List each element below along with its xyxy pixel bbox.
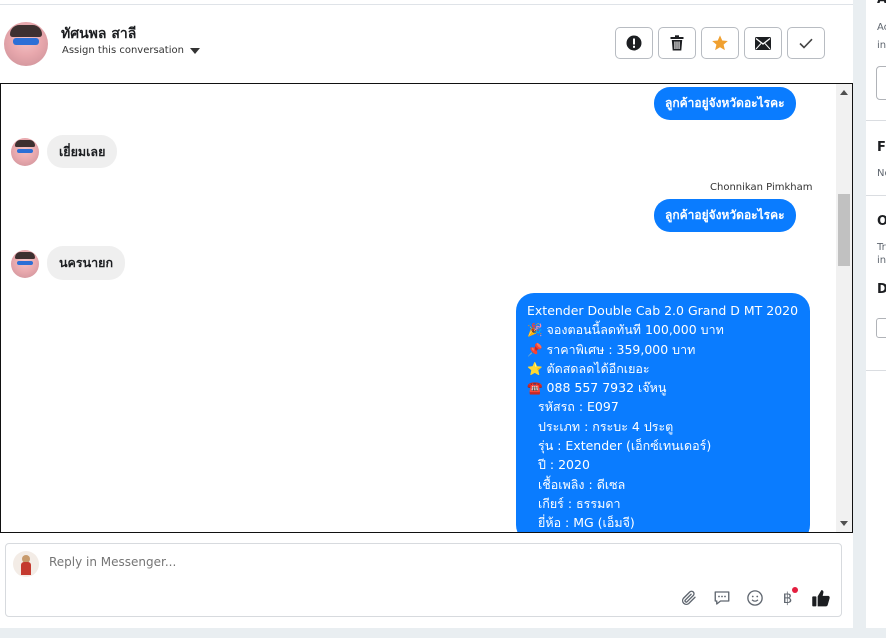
contact-name[interactable]: ทัศนพล สาลี (61, 23, 136, 45)
panel-dropdown[interactable] (876, 318, 886, 338)
offer-spec: ยี่ห้อ : MG (เอ็มจี) (538, 515, 635, 531)
panel-text: Tra (877, 242, 886, 253)
paperclip-icon (681, 590, 696, 605)
reply-toolbar: ฿ (678, 587, 831, 608)
telephone-icon: ☎️ (527, 380, 543, 396)
panel-text: in (877, 40, 886, 51)
avatar-glasses (13, 38, 39, 45)
agent-avatar (13, 551, 39, 577)
pin-icon: 📌 (527, 341, 543, 357)
offer-line: 📌 ราคาพิเศษ : 359,000 บาท (527, 340, 800, 359)
thumbs-up-icon (811, 589, 830, 606)
message-text: นครนายก (59, 255, 114, 270)
message-text: เยี่ยมเลย (59, 143, 106, 159)
attach-button[interactable] (678, 587, 699, 608)
panel-divider (866, 370, 886, 371)
party-icon: 🎉 (527, 322, 543, 338)
offer-line: 🎉 จองตอนนี้ลดทันที 100,000 บาท (527, 320, 800, 339)
contact-details-panel: A Ac in F No O Tra in D (866, 0, 886, 628)
scroll-thumb[interactable] (838, 194, 850, 266)
reply-input[interactable] (49, 555, 649, 569)
panel-text: No (877, 168, 886, 179)
contact-message-avatar (11, 138, 39, 166)
panel-heading: A (877, 0, 886, 7)
saved-replies-button[interactable] (711, 587, 732, 608)
outgoing-message: ลูกค้าอยู่จังหวัดอะไรคะ (654, 199, 796, 232)
offer-line-text: ราคาพิเศษ : 359,000 บาท (542, 341, 696, 357)
avatar-glasses (17, 149, 33, 153)
offer-line-text: ตัดสดลดได้อีกเยอะ (542, 360, 650, 376)
trash-icon (670, 35, 684, 51)
chat-scrollbar[interactable] (836, 84, 852, 532)
star-icon (712, 35, 728, 51)
panel-divider (866, 195, 886, 196)
panel-heading: D (877, 282, 886, 297)
check-icon (799, 38, 813, 49)
contact-avatar[interactable] (4, 22, 48, 66)
offer-line-text: จองตอนนี้ลดทันที 100,000 บาท (542, 322, 724, 338)
scroll-up-arrow-icon[interactable] (840, 90, 848, 95)
panel-heading: F (877, 140, 886, 155)
offer-line: ⭐ ตัดสดลดได้อีกเยอะ (527, 359, 800, 378)
emoji-button[interactable] (744, 587, 765, 608)
baht-icon: ฿ (782, 588, 793, 607)
offer-message: Extender Double Cab 2.0 Grand D MT 2020 … (516, 293, 810, 532)
conversation-actions (615, 27, 825, 59)
offer-title: Extender Double Cab 2.0 Grand D MT 2020 (527, 303, 799, 318)
offer-spec: รุ่น : Extender (เอ็กซ์เทนเดอร์) (538, 438, 712, 454)
avatar-hair (15, 252, 35, 259)
panel-heading: O (877, 214, 886, 229)
outgoing-message: ลูกค้าอยู่จังหวัดอะไรคะ (654, 87, 796, 120)
avatar-hair (10, 25, 42, 37)
caret-down-icon (189, 47, 200, 54)
offer-spec: เชื้อเพลิง : ดีเซล (538, 476, 626, 492)
incoming-message: นครนายก (47, 246, 126, 280)
avatar-glasses (17, 261, 33, 265)
panel-input[interactable] (876, 66, 886, 100)
notification-dot (792, 587, 798, 593)
assign-label: Assign this conversation (62, 45, 184, 56)
scroll-down-arrow-icon[interactable] (840, 521, 848, 526)
mark-unread-button[interactable] (744, 27, 782, 59)
message-thread[interactable]: ลูกค้าอยู่จังหวัดอะไรคะ เยี่ยมเลย Chonni… (0, 83, 853, 533)
assign-conversation-dropdown[interactable]: Assign this conversation (62, 45, 200, 56)
mark-spam-button[interactable] (615, 27, 653, 59)
offer-spec: รหัสรถ : E097 (538, 399, 619, 415)
sender-name: Chonnikan Pimkham (710, 182, 813, 193)
panel-text: in (877, 255, 886, 266)
offer-line: ☎️ 088 557 7932 เจ๊หนู (527, 378, 800, 397)
offer-spec: ประเภท : กระบะ 4 ประตู (538, 418, 674, 434)
reply-composer: ฿ (5, 543, 842, 617)
message-text: ลูกค้าอยู่จังหวัดอะไรคะ (665, 208, 785, 222)
offer-spec: ปี : 2020 (538, 457, 590, 473)
panel-divider (866, 120, 886, 121)
avatar-body (21, 562, 31, 575)
star-emoji-icon: ⭐ (527, 360, 543, 376)
mark-done-button[interactable] (787, 27, 825, 59)
conversation-header: ทัศนพล สาลี Assign this conversation (0, 5, 853, 83)
like-button[interactable] (810, 587, 831, 608)
offer-line-text: 088 557 7932 เจ๊หนู (542, 380, 667, 396)
avatar-hair (15, 140, 35, 147)
incoming-message: เยี่ยมเลย (47, 135, 118, 168)
conversation-panel: ทัศนพล สาลี Assign this conversation ลูก… (0, 0, 853, 628)
envelope-icon (755, 36, 771, 50)
comment-icon (714, 590, 729, 605)
payment-button[interactable]: ฿ (777, 587, 798, 608)
star-button[interactable] (701, 27, 739, 59)
alert-icon (626, 35, 642, 51)
message-text: ลูกค้าอยู่จังหวัดอะไรคะ (665, 96, 785, 110)
contact-message-avatar (11, 250, 39, 278)
panel-text: Ac (877, 22, 886, 33)
delete-button[interactable] (658, 27, 696, 59)
offer-spec: เกียร์ : ธรรมดา (538, 495, 621, 511)
emoji-icon (746, 589, 763, 606)
